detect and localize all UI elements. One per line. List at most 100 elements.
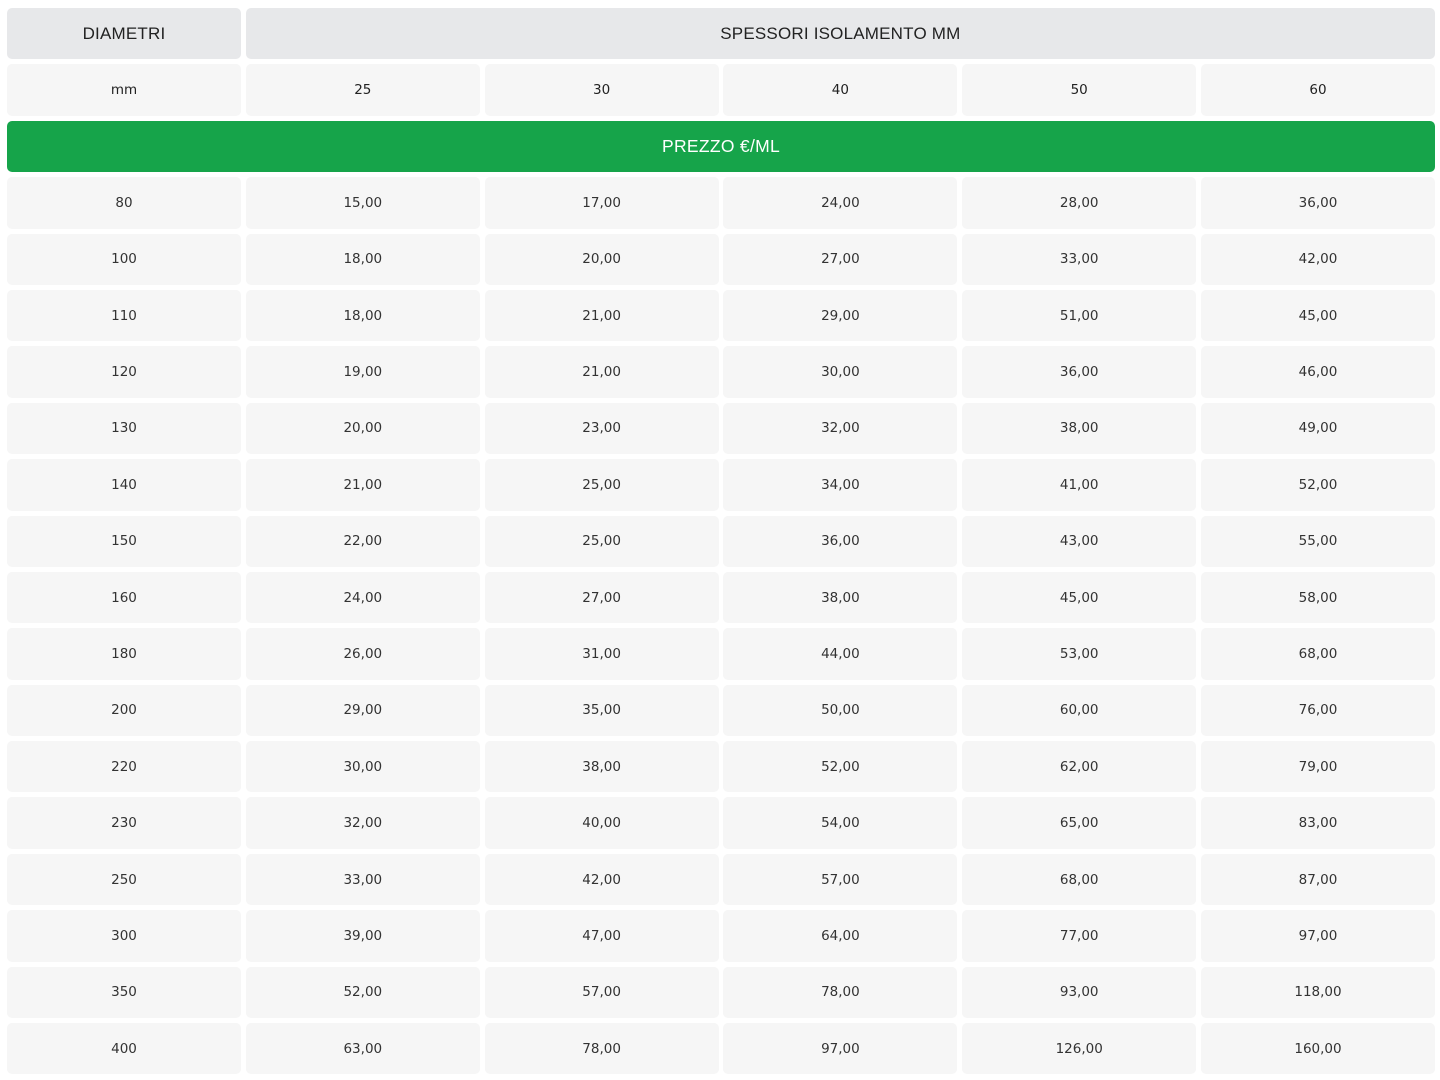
- price-cell: 18,00: [245, 289, 480, 342]
- price-cell: 32,00: [245, 797, 480, 849]
- price-cell: 17,00: [484, 177, 719, 229]
- price-cell: 22,00: [245, 515, 480, 567]
- price-cell: 18,00: [245, 233, 480, 285]
- price-cell: 28,00: [962, 177, 1197, 229]
- price-cell: 24,00: [245, 571, 480, 624]
- price-cell: 35,00: [484, 684, 719, 737]
- price-cell: 42,00: [1200, 233, 1435, 285]
- price-cell: 126,00: [962, 1023, 1197, 1075]
- price-cell: 26,00: [245, 628, 480, 680]
- diameter-cell: 110: [7, 289, 241, 342]
- price-cell: 55,00: [1200, 515, 1435, 567]
- price-cell: 33,00: [962, 233, 1197, 285]
- price-cell: 58,00: [1200, 571, 1435, 624]
- diameter-cell: 120: [7, 346, 241, 398]
- price-cell: 30,00: [723, 346, 958, 398]
- diameter-cell: 230: [7, 797, 241, 849]
- price-cell: 53,00: [962, 628, 1197, 680]
- price-cell: 54,00: [723, 797, 958, 849]
- header-diameter: DIAMETRI: [7, 8, 241, 60]
- diameter-cell: 140: [7, 459, 241, 511]
- price-cell: 36,00: [723, 515, 958, 567]
- price-cell: 31,00: [484, 628, 719, 680]
- price-cell: 20,00: [245, 402, 480, 455]
- price-cell: 97,00: [1200, 910, 1435, 962]
- price-banner: PREZZO €/ML: [7, 120, 1435, 173]
- diameter-cell: 100: [7, 233, 241, 285]
- price-cell: 29,00: [245, 684, 480, 737]
- price-cell: 38,00: [962, 402, 1197, 455]
- price-cell: 24,00: [723, 177, 958, 229]
- price-cell: 15,00: [245, 177, 480, 229]
- price-cell: 78,00: [484, 1023, 719, 1075]
- diameter-cell: 200: [7, 684, 241, 737]
- price-cell: 32,00: [723, 402, 958, 455]
- price-cell: 21,00: [245, 459, 480, 511]
- price-cell: 43,00: [962, 515, 1197, 567]
- price-cell: 42,00: [484, 853, 719, 906]
- price-cell: 160,00: [1200, 1023, 1435, 1075]
- header-insulation-thickness: SPESSORI ISOLAMENTO MM: [245, 8, 1435, 60]
- price-cell: 77,00: [962, 910, 1197, 962]
- price-cell: 25,00: [484, 515, 719, 567]
- thickness-header: 25: [245, 64, 480, 116]
- price-cell: 49,00: [1200, 402, 1435, 455]
- price-cell: 65,00: [962, 797, 1197, 849]
- diameter-cell: 250: [7, 853, 241, 906]
- thickness-header: 50: [962, 64, 1197, 116]
- price-cell: 52,00: [723, 741, 958, 793]
- price-cell: 45,00: [1200, 289, 1435, 342]
- price-cell: 50,00: [723, 684, 958, 737]
- price-cell: 36,00: [1200, 177, 1435, 229]
- price-cell: 63,00: [245, 1023, 480, 1075]
- price-cell: 19,00: [245, 346, 480, 398]
- price-cell: 27,00: [484, 571, 719, 624]
- price-cell: 93,00: [962, 966, 1197, 1019]
- price-cell: 45,00: [962, 571, 1197, 624]
- price-cell: 79,00: [1200, 741, 1435, 793]
- price-cell: 52,00: [1200, 459, 1435, 511]
- diameter-cell: 300: [7, 910, 241, 962]
- price-cell: 21,00: [484, 346, 719, 398]
- diameter-cell: 160: [7, 571, 241, 624]
- price-cell: 36,00: [962, 346, 1197, 398]
- price-cell: 34,00: [723, 459, 958, 511]
- price-cell: 23,00: [484, 402, 719, 455]
- price-cell: 68,00: [962, 853, 1197, 906]
- diameter-cell: 400: [7, 1023, 241, 1075]
- price-cell: 60,00: [962, 684, 1197, 737]
- price-cell: 83,00: [1200, 797, 1435, 849]
- price-cell: 78,00: [723, 966, 958, 1019]
- price-cell: 51,00: [962, 289, 1197, 342]
- diameter-cell: 130: [7, 402, 241, 455]
- price-cell: 40,00: [484, 797, 719, 849]
- price-cell: 87,00: [1200, 853, 1435, 906]
- thickness-header: 30: [484, 64, 719, 116]
- price-cell: 47,00: [484, 910, 719, 962]
- price-cell: 46,00: [1200, 346, 1435, 398]
- price-cell: 76,00: [1200, 684, 1435, 737]
- price-cell: 25,00: [484, 459, 719, 511]
- price-cell: 33,00: [245, 853, 480, 906]
- diameter-cell: 150: [7, 515, 241, 567]
- price-cell: 29,00: [723, 289, 958, 342]
- thickness-header: 60: [1200, 64, 1435, 116]
- diameter-cell: 180: [7, 628, 241, 680]
- price-cell: 52,00: [245, 966, 480, 1019]
- price-cell: 41,00: [962, 459, 1197, 511]
- price-cell: 64,00: [723, 910, 958, 962]
- price-cell: 68,00: [1200, 628, 1435, 680]
- price-table: DIAMETRI SPESSORI ISOLAMENTO MM mm 25 30…: [7, 8, 1435, 1075]
- diameter-cell: 80: [7, 177, 241, 229]
- price-cell: 118,00: [1200, 966, 1435, 1019]
- diameter-cell: 220: [7, 741, 241, 793]
- unit-label: mm: [7, 64, 241, 116]
- price-cell: 57,00: [723, 853, 958, 906]
- price-cell: 30,00: [245, 741, 480, 793]
- price-cell: 97,00: [723, 1023, 958, 1075]
- price-cell: 38,00: [723, 571, 958, 624]
- price-cell: 57,00: [484, 966, 719, 1019]
- price-cell: 38,00: [484, 741, 719, 793]
- price-cell: 21,00: [484, 289, 719, 342]
- price-cell: 62,00: [962, 741, 1197, 793]
